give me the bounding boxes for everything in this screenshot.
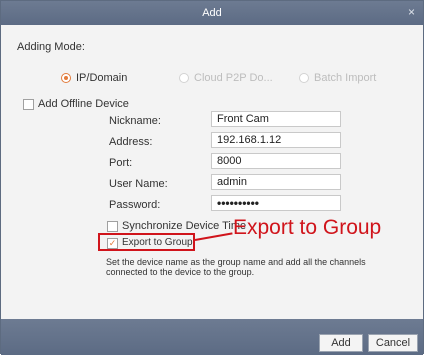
annotation-highlight-box: [98, 233, 195, 251]
radio-batch-import-label[interactable]: Batch Import: [314, 72, 376, 84]
radio-cloud-p2p-label[interactable]: Cloud P2P Do...: [194, 72, 273, 84]
cancel-button[interactable]: Cancel: [368, 334, 418, 352]
export-description: Set the device name as the group name an…: [106, 257, 366, 277]
address-label: Address:: [109, 136, 153, 148]
username-input[interactable]: admin: [211, 174, 341, 190]
radio-ip-domain-label[interactable]: IP/Domain: [76, 72, 127, 84]
password-input[interactable]: ••••••••••: [211, 195, 341, 211]
annotation-line: [194, 232, 233, 241]
export-description-line2: connected to the device to the group.: [106, 267, 255, 277]
add-offline-device-label[interactable]: Add Offline Device: [38, 98, 129, 110]
username-label: User Name:: [109, 178, 168, 190]
annotation-text: Export to Group: [233, 216, 382, 239]
radio-cloud-p2p[interactable]: [179, 73, 189, 83]
export-description-line1: Set the device name as the group name an…: [106, 257, 366, 267]
sync-time-checkbox[interactable]: [107, 221, 118, 232]
address-input[interactable]: 192.168.1.12: [211, 132, 341, 148]
port-label: Port:: [109, 157, 133, 169]
nickname-input[interactable]: Front Cam: [211, 111, 341, 127]
add-device-dialog: Add × Adding Mode: IP/Domain Cloud P2P D…: [0, 0, 424, 355]
sync-time-label[interactable]: Synchronize Device Time: [122, 220, 246, 232]
radio-ip-domain[interactable]: [61, 73, 71, 83]
radio-batch-import[interactable]: [299, 73, 309, 83]
dialog-title: Add: [202, 7, 222, 19]
adding-mode-label: Adding Mode:: [17, 41, 85, 53]
close-icon[interactable]: ×: [408, 5, 415, 19]
dialog-titlebar: Add ×: [1, 1, 423, 25]
port-input[interactable]: 8000: [211, 153, 341, 169]
add-button[interactable]: Add: [319, 334, 363, 352]
password-label: Password:: [109, 199, 161, 211]
add-offline-device-checkbox[interactable]: [23, 99, 34, 110]
nickname-label: Nickname:: [109, 115, 161, 127]
